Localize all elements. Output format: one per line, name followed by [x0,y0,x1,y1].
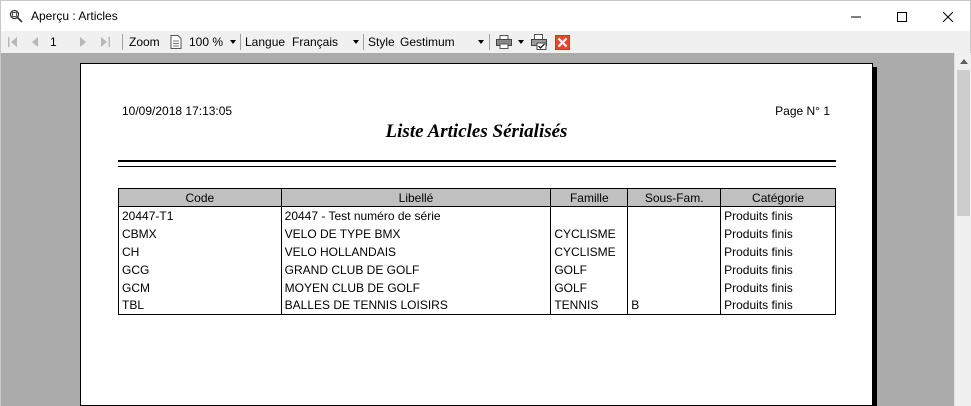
column-header-famille: Famille [550,188,629,207]
report-page-number: Page N° 1 [775,104,830,118]
title-rule [118,166,836,167]
cell-famille: GOLF [550,260,629,279]
cell-sous-famille: B [627,296,722,315]
window-titlebar: Aperçu : Articles [0,0,971,31]
cell-libelle: 20447 - Test numéro de série [280,206,552,225]
scrollbar-thumb[interactable] [957,70,970,216]
cell-code: CBMX [118,224,282,243]
cell-sous-famille [627,278,722,297]
cell-categorie: Produits finis [720,224,836,243]
cell-famille: CYCLISME [550,224,629,243]
cell-sous-famille [627,260,722,279]
cell-libelle: MOYEN CLUB DE GOLF [280,278,552,297]
last-page-icon[interactable] [99,36,111,48]
report-title: Liste Articles Sérialisés [385,121,568,142]
table-row: CBMX VELO DE TYPE BMX CYCLISME Produits … [118,224,836,243]
cell-sous-famille [627,206,722,225]
table-row: CH VELO HOLLANDAIS CYCLISME Produits fin… [118,242,836,261]
zoom-dropdown-icon[interactable] [230,40,236,44]
cell-categorie: Produits finis [720,242,836,261]
articles-table: Code Libellé Famille Sous-Fam. Catégorie… [118,188,836,315]
cell-code: 20447-T1 [118,206,282,225]
cell-categorie: Produits finis [720,260,836,279]
cell-famille: CYCLISME [550,242,629,261]
close-red-icon[interactable] [554,34,571,51]
language-label: Langue [245,35,286,49]
next-page-icon[interactable] [77,36,89,48]
printer-icon[interactable] [496,35,512,49]
table-row: 20447-T1 20447 - Test numéro de série Pr… [118,206,836,225]
vertical-scrollbar[interactable] [954,53,971,406]
cell-sous-famille [627,224,722,243]
style-select[interactable]: Gestimum [400,31,455,53]
table-header-row: Code Libellé Famille Sous-Fam. Catégorie [118,188,836,207]
column-header-code: Code [118,188,282,207]
cell-code: GCG [118,260,282,279]
language-dropdown-icon[interactable] [353,40,359,44]
maximize-button[interactable] [879,1,925,32]
cell-categorie: Produits finis [720,278,836,297]
cell-famille [550,206,629,225]
print-setup-icon[interactable] [531,34,547,50]
language-select[interactable]: Français [292,31,338,53]
first-page-icon[interactable] [7,36,19,48]
preview-toolbar: 1 Zoom 100 % Langue Français Style Gesti… [0,31,971,53]
cell-code: TBL [118,296,282,315]
close-window-button[interactable] [925,1,971,32]
table-row: GCG GRAND CLUB DE GOLF GOLF Produits fin… [118,260,836,279]
style-dropdown-icon[interactable] [478,40,484,44]
cell-libelle: GRAND CLUB DE GOLF [280,260,552,279]
column-header-sous-famille: Sous-Fam. [627,188,722,207]
page-icon [170,35,182,49]
zoom-label: Zoom [129,35,160,49]
title-rule [118,160,836,162]
toolbar-separator [122,34,123,50]
toolbar-separator [363,34,364,50]
cell-code: CH [118,242,282,261]
style-label: Style [368,35,395,49]
report-datetime: 10/09/2018 17:13:05 [122,104,233,118]
minimize-button[interactable] [833,1,879,32]
column-header-libelle: Libellé [280,188,552,207]
table-row: GCM MOYEN CLUB DE GOLF GOLF Produits fin… [118,278,836,297]
previous-page-icon[interactable] [29,36,41,48]
cell-code: GCM [118,278,282,297]
cell-famille: GOLF [550,278,629,297]
cell-sous-famille [627,242,722,261]
report-page: 10/09/2018 17:13:05 Page N° 1 Liste Arti… [80,63,873,406]
preview-icon [9,9,23,23]
cell-categorie: Produits finis [720,206,836,225]
printer-dropdown-icon[interactable] [518,40,524,44]
zoom-select[interactable]: 100 % [189,31,223,53]
toolbar-separator [489,34,490,50]
cell-categorie: Produits finis [720,296,836,315]
toolbar-separator [240,34,241,50]
table-row: TBL BALLES DE TENNIS LOISIRS TENNIS B Pr… [118,296,836,315]
column-header-categorie: Catégorie [720,188,836,207]
cell-famille: TENNIS [550,296,629,315]
scroll-up-icon[interactable] [955,53,971,70]
cell-libelle: BALLES DE TENNIS LOISIRS [280,296,552,315]
window-title: Aperçu : Articles [31,9,118,23]
cell-libelle: VELO DE TYPE BMX [280,224,552,243]
cell-libelle: VELO HOLLANDAIS [280,242,552,261]
